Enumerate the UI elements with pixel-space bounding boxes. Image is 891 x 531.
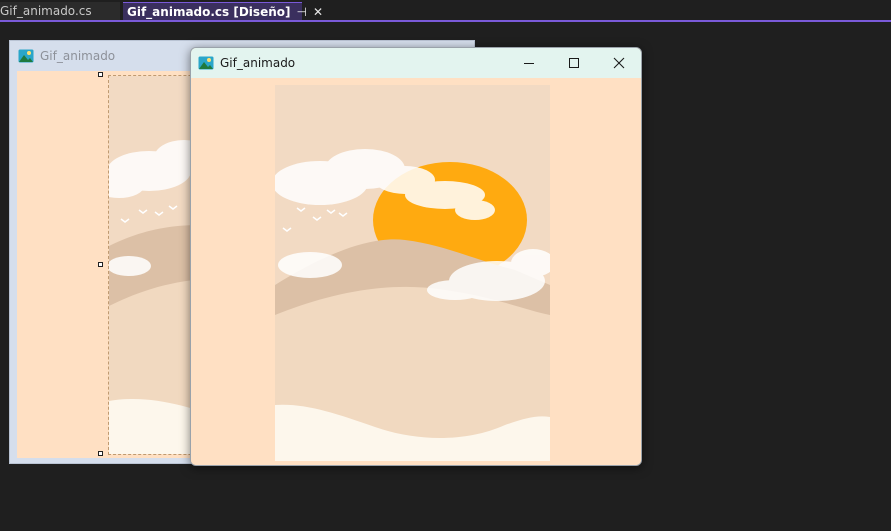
maximize-icon: [569, 58, 579, 68]
tab-accent-line: [0, 20, 891, 22]
pin-icon[interactable]: ⊣: [296, 5, 306, 19]
window-client-area: [191, 78, 641, 465]
maximize-button[interactable]: [551, 48, 597, 78]
resize-handle-middle-left[interactable]: [98, 262, 103, 267]
close-icon: [613, 57, 625, 69]
tab-designer[interactable]: Gif_animado.cs [Diseño] ⊣ ✕: [123, 2, 323, 20]
tab-code[interactable]: Gif_animado.cs: [0, 2, 120, 20]
minimize-button[interactable]: [506, 48, 552, 78]
tab-code-label: Gif_animado.cs: [0, 4, 92, 18]
close-icon[interactable]: ✕: [313, 5, 323, 19]
document-tab-bar: Gif_animado.cs Gif_animado.cs [Diseño] ⊣…: [0, 0, 891, 22]
picture-icon: [18, 49, 34, 63]
tab-designer-label: Gif_animado.cs [Diseño]: [127, 4, 291, 19]
minimize-icon: [524, 63, 534, 64]
close-button[interactable]: [596, 48, 641, 78]
designer-form-title: Gif_animado: [40, 49, 116, 63]
animated-gif-picturebox: [275, 85, 550, 461]
picture-icon: [198, 56, 214, 70]
resize-handle-bottom-left[interactable]: [98, 451, 103, 456]
desert-sunset-gif: [275, 85, 550, 461]
ide-root: Gif_animado.cs Gif_animado.cs [Diseño] ⊣…: [0, 0, 891, 531]
resize-handle-top-left[interactable]: [98, 72, 103, 77]
window-title: Gif_animado: [220, 56, 296, 70]
running-app-window[interactable]: Gif_animado: [190, 47, 642, 466]
window-titlebar[interactable]: Gif_animado: [191, 48, 641, 78]
